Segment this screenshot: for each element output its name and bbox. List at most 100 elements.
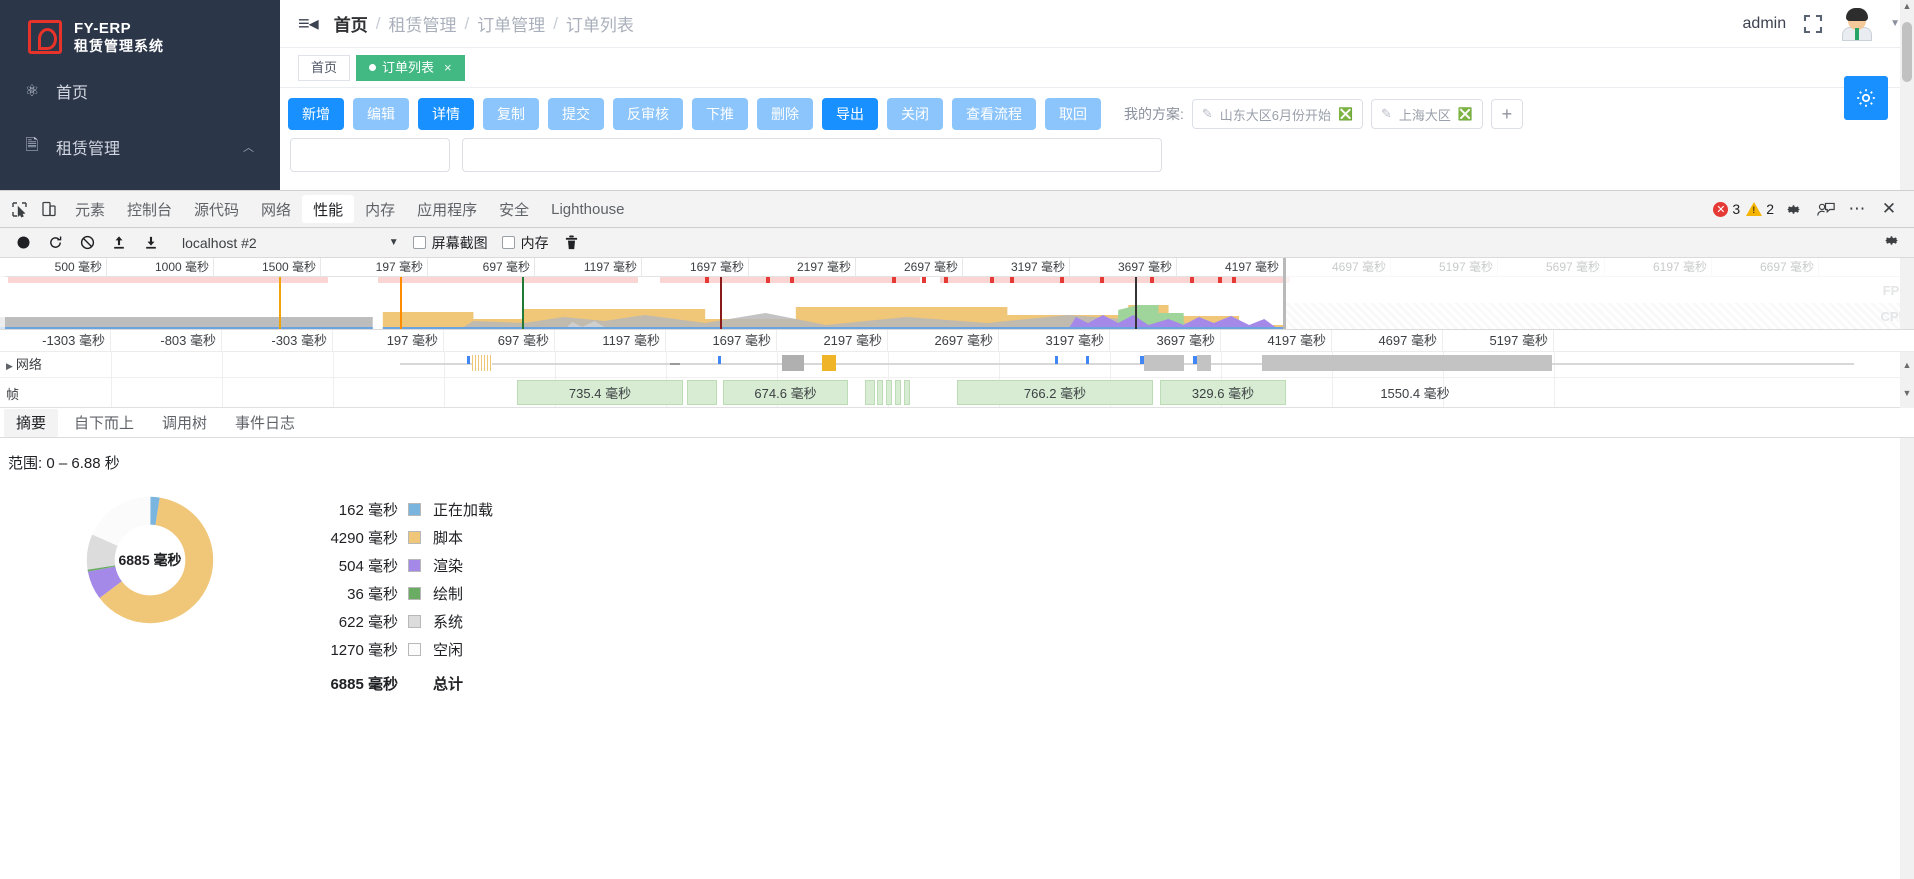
- sidebar-item-rental[interactable]: 🗎 租赁管理 ︿: [0, 122, 280, 172]
- network-track[interactable]: ▶ 网络 ▲: [0, 352, 1914, 378]
- trash-icon[interactable]: [557, 230, 587, 256]
- settings-gear-icon[interactable]: [1780, 196, 1806, 222]
- frames-track[interactable]: 帧 735.4 毫秒 674.6 毫秒 766.2 毫秒 329.6 毫秒 15…: [0, 378, 1914, 408]
- screenshots-checkbox[interactable]: 屏幕截图: [412, 233, 488, 253]
- tab-sources[interactable]: 源代码: [183, 195, 250, 223]
- reload-record-icon[interactable]: [40, 230, 70, 256]
- app-tab-home[interactable]: 首页: [298, 54, 351, 81]
- timeline-scrollbar-up[interactable]: ▲: [1900, 352, 1914, 378]
- copy-button[interactable]: 复制: [483, 98, 539, 130]
- pane-tab-bottom-up[interactable]: 自下而上: [62, 409, 146, 437]
- chevron-down-icon[interactable]: ▼: [389, 237, 399, 248]
- detail-button[interactable]: 详情: [418, 98, 474, 130]
- delete-button[interactable]: 删除: [757, 98, 813, 130]
- timeline-overview[interactable]: 500 毫秒 1000 毫秒 1500 毫秒 197 毫秒 697 毫秒 119…: [0, 258, 1914, 330]
- settings-fab-button[interactable]: [1844, 76, 1888, 120]
- tab-console[interactable]: 控制台: [116, 195, 183, 223]
- unaudit-button[interactable]: 反审核: [613, 98, 683, 130]
- tab-performance[interactable]: 性能: [302, 195, 355, 223]
- checkbox-box[interactable]: [412, 236, 426, 249]
- plan-chip-shanghai[interactable]: ✎ 上海大区 ❎: [1370, 99, 1483, 129]
- legend-row-loading[interactable]: 162 毫秒 正在加载: [300, 495, 493, 523]
- save-profile-icon[interactable]: [136, 230, 166, 256]
- frame-item[interactable]: 674.6 毫秒: [723, 380, 848, 405]
- session-name[interactable]: localhost #2: [182, 235, 257, 251]
- pane-tab-event-log[interactable]: 事件日志: [223, 409, 307, 437]
- add-plan-button[interactable]: +: [1490, 99, 1523, 129]
- scrollbar-thumb[interactable]: [1902, 22, 1912, 82]
- checkbox-box[interactable]: [501, 236, 515, 249]
- expand-triangle-icon[interactable]: ▶: [6, 361, 13, 371]
- pane-tab-call-tree[interactable]: 调用树: [150, 409, 219, 437]
- retrieve-button[interactable]: 取回: [1045, 98, 1101, 130]
- close-circle-icon[interactable]: ❎: [1338, 107, 1353, 121]
- capture-settings-icon[interactable]: [1883, 232, 1906, 254]
- summary-donut-chart[interactable]: 6885 毫秒: [85, 495, 215, 625]
- submit-button[interactable]: 提交: [548, 98, 604, 130]
- inspect-cursor-icon[interactable]: [4, 195, 34, 223]
- tab-application[interactable]: 应用程序: [406, 195, 488, 223]
- scroll-up-arrow-icon[interactable]: ▲: [1900, 352, 1914, 378]
- legend-row-scripting[interactable]: 4290 毫秒 脚本: [300, 523, 493, 551]
- overview-tick: 197 毫秒: [321, 258, 428, 277]
- legend-row-rendering[interactable]: 504 毫秒 渲染: [300, 551, 493, 579]
- frame-item[interactable]: [895, 380, 901, 405]
- close-devtools-icon[interactable]: ✕: [1876, 196, 1902, 222]
- clear-icon[interactable]: [72, 230, 102, 256]
- push-down-button[interactable]: 下推: [692, 98, 748, 130]
- hamburger-icon[interactable]: ≡◂: [298, 11, 319, 36]
- filter-input-2[interactable]: [462, 138, 1162, 172]
- frame-item[interactable]: [687, 380, 717, 405]
- breadcrumb-item-3[interactable]: 订单列表: [566, 11, 634, 36]
- filter-input-1[interactable]: [290, 138, 450, 172]
- close-button[interactable]: 关闭: [887, 98, 943, 130]
- tab-security[interactable]: 安全: [488, 195, 540, 223]
- load-profile-icon[interactable]: [104, 230, 134, 256]
- chevron-down-icon[interactable]: ▼: [1890, 18, 1900, 29]
- more-options-icon[interactable]: ⋯: [1844, 196, 1870, 222]
- overview-scrollbar[interactable]: [1900, 258, 1914, 329]
- record-icon[interactable]: [8, 230, 38, 256]
- pane-tab-summary[interactable]: 摘要: [4, 408, 59, 437]
- app-tab-order-list[interactable]: 订单列表 ×: [356, 54, 465, 81]
- avatar[interactable]: [1840, 6, 1875, 41]
- tab-lighthouse[interactable]: Lighthouse: [540, 195, 635, 223]
- fullscreen-icon[interactable]: [1802, 13, 1824, 35]
- error-count-badge[interactable]: ✕ 3: [1713, 201, 1740, 217]
- legend-row-painting[interactable]: 36 毫秒 绘制: [300, 579, 493, 607]
- user-feedback-icon[interactable]: [1812, 196, 1838, 222]
- app-scrollbar[interactable]: ▲: [1900, 0, 1914, 190]
- legend-row-idle[interactable]: 1270 毫秒 空闲: [300, 635, 493, 663]
- timeline-scrollbar-down[interactable]: ▼: [1900, 378, 1914, 408]
- frame-item[interactable]: [865, 380, 875, 405]
- sidebar-item-home[interactable]: ⚛ 首页: [0, 66, 280, 116]
- frame-item[interactable]: 329.6 毫秒: [1160, 380, 1286, 405]
- frame-item[interactable]: [904, 380, 910, 405]
- summary-pane-scrollbar[interactable]: [1900, 438, 1914, 879]
- warning-count-badge[interactable]: 2: [1746, 201, 1774, 217]
- add-button[interactable]: 新增: [288, 98, 344, 130]
- network-track-label[interactable]: ▶ 网络: [6, 354, 42, 373]
- close-circle-icon[interactable]: ❎: [1458, 107, 1473, 121]
- breadcrumb-item-0[interactable]: 首页: [334, 11, 368, 36]
- tab-network[interactable]: 网络: [250, 195, 302, 223]
- view-flow-button[interactable]: 查看流程: [952, 98, 1036, 130]
- tab-elements[interactable]: 元素: [64, 195, 116, 223]
- device-toolbar-icon[interactable]: [34, 195, 64, 223]
- frame-item[interactable]: 766.2 毫秒: [957, 380, 1153, 405]
- scroll-down-arrow-icon[interactable]: ▼: [1900, 378, 1914, 408]
- export-button[interactable]: 导出: [822, 98, 878, 130]
- scroll-up-arrow-icon[interactable]: ▲: [1900, 1, 1914, 11]
- frame-item[interactable]: 1550.4 毫秒: [1329, 380, 1501, 405]
- plan-chip-shandong[interactable]: ✎ 山东大区6月份开始 ❎: [1191, 99, 1363, 129]
- breadcrumb-item-2[interactable]: 订单管理: [477, 11, 545, 36]
- close-icon[interactable]: ×: [444, 56, 452, 80]
- breadcrumb-item-1[interactable]: 租赁管理: [388, 11, 456, 36]
- frame-item[interactable]: [886, 380, 892, 405]
- edit-button[interactable]: 编辑: [353, 98, 409, 130]
- frame-item[interactable]: [877, 380, 883, 405]
- frame-item[interactable]: 735.4 毫秒: [517, 380, 683, 405]
- memory-checkbox[interactable]: 内存: [501, 233, 549, 253]
- tab-memory[interactable]: 内存: [354, 195, 406, 223]
- legend-row-system[interactable]: 622 毫秒 系统: [300, 607, 493, 635]
